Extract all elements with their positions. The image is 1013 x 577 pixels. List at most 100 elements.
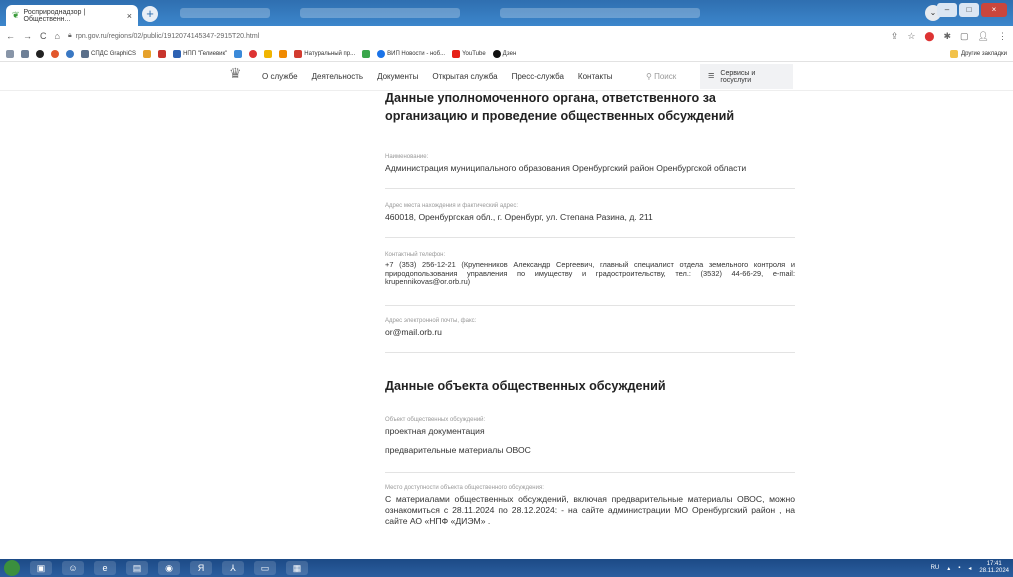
clock-time: 17:41 [986,561,1002,567]
forward-icon[interactable]: → [23,31,32,41]
extensions-puzzle-icon[interactable]: ✱ [944,31,952,42]
bookmark-item[interactable]: YouTube [452,49,486,58]
chrome-icon[interactable]: ◉ [158,561,180,575]
youtube-icon [452,49,461,58]
field-value: 460018, Оренбургская обл., г. Оренбург, … [385,212,653,222]
nav-documents[interactable]: Документы [377,72,418,81]
field-value: проектная документация [385,425,485,436]
taskbar-app-icon[interactable]: ▦ [286,561,308,575]
clock[interactable]: 17:41 28.11.2024 [979,561,1009,575]
dzen-icon [492,49,501,58]
bookmark-item[interactable]: НПП "Гелиевик" [173,49,227,58]
nav-open-service[interactable]: Открытая служба [432,72,497,81]
maximize-button[interactable]: □ [959,3,979,17]
home-icon[interactable]: ⌂ [55,31,60,41]
folder-icon [950,49,959,58]
browser-tab[interactable]: ❦ Росприроднадзор | Общественн... × [6,5,138,26]
start-button[interactable] [4,560,20,576]
bookmark-label: СПДС GraphiCS [91,50,137,57]
bookmark-icon[interactable] [279,49,288,58]
bookmark-label: ВИП Новости - ноб... [387,50,446,57]
section-title-object: Данные объекта общественных обсуждений [385,378,666,393]
bookmark-item[interactable]: ВИП Новости - ноб... [377,49,446,58]
bookmark-item[interactable]: Дзен [492,49,517,58]
bookmark-icon[interactable] [158,49,167,58]
bookmark-icon[interactable] [21,49,29,58]
window-controls: – □ × [937,3,1007,17]
tab-title: Росприроднадзор | Общественн... [23,8,86,23]
nav-press[interactable]: Пресс-служба [512,72,564,81]
bookmark-icon[interactable] [362,49,371,58]
services-button[interactable]: ≡ Сервисы и госуслуги [700,64,793,89]
back-icon[interactable]: ← [6,31,15,41]
divider [385,471,795,473]
field-label: Адрес электронной почты, факс: [385,317,477,324]
menu-icon: ≡ [708,70,715,82]
minimize-button[interactable]: – [937,3,957,17]
tab-close-icon[interactable]: × [127,11,132,21]
account-icon[interactable]: 👤︎ [978,31,989,42]
bookmark-icon[interactable] [36,49,44,58]
field-label: Объект общественных обсуждений: [385,416,486,423]
nav-about[interactable]: О службе [262,72,298,81]
extension-icon[interactable]: ⬤ [924,31,934,42]
field-email: Адрес электронной почты, факс: or@mail.o… [385,318,795,338]
share-icon[interactable]: ⇪ [891,31,899,42]
field-place: Место доступности объекта общественного … [385,485,795,527]
address-bar-row: ← → C ⌂ 🔒︎ rpn.gov.ru/regions/02/public/… [0,26,1013,46]
other-bookmarks[interactable]: Другие закладки [950,49,1007,58]
pdf-icon[interactable]: ⅄ [222,561,244,575]
tab-strip-decor [300,8,460,18]
email-link[interactable]: or@mail.orb.ru [385,327,795,338]
folder-icon[interactable]: ▭ [254,561,276,575]
bookmark-icon[interactable] [143,49,152,58]
bookmark-icon[interactable] [51,49,59,58]
ie-icon[interactable]: e [94,561,116,575]
new-tab-button[interactable]: + [142,6,158,22]
tab-strip-decor [180,8,270,18]
taskbar-app-icon[interactable]: ▣ [30,561,52,575]
divider [385,351,795,353]
address-bar-actions: ⇪ ☆ ⬤ ✱ ▢ 👤︎ ⋮ [891,31,1007,42]
divider [385,237,795,238]
bookmark-icon[interactable] [249,49,258,58]
nav-activity[interactable]: Деятельность [312,72,364,81]
clock-date: 28.11.2024 [979,568,1009,574]
bookmark-icon[interactable] [66,49,74,58]
other-bookmarks-label: Другие закладки [961,50,1007,57]
bookmark-star-icon[interactable]: ☆ [907,31,915,42]
bookmark-label: YouTube [462,50,486,57]
nav-contacts[interactable]: Контакты [578,72,613,81]
field-object: Объект общественных обсуждений: проектна… [385,417,795,456]
taskbar-app-icon[interactable]: ☺ [62,561,84,575]
field-name: Наименование: Администрация муниципально… [385,154,795,174]
window-close-button[interactable]: × [981,3,1007,17]
field-address: Адрес места нахождения и фактический адр… [385,203,795,223]
main-content: Данные уполномоченного органа, ответстве… [385,89,795,527]
bookmark-icon[interactable] [264,49,273,58]
bookmark-item[interactable]: Натуральный пр... [294,49,355,58]
url-field[interactable]: 🔒︎ rpn.gov.ru/regions/02/public/19120741… [68,32,259,40]
bookmark-icon[interactable] [234,49,243,58]
language-indicator[interactable]: RU [931,565,940,571]
sidebar-icon[interactable]: ▢ [960,31,969,42]
bookmark-item[interactable]: СПДС GraphiCS [81,49,137,58]
reload-icon[interactable]: C [40,31,47,41]
menu-kebab-icon[interactable]: ⋮ [998,31,1007,42]
services-label: Сервисы и госуслуги [720,69,756,84]
tray-arrow-icon[interactable]: ▴ [947,565,950,572]
search-button[interactable]: ⚲ Поиск [646,72,676,81]
apps-icon[interactable] [6,49,14,58]
bookmark-label: Дзен [502,50,517,57]
volume-icon[interactable]: ◂ [968,565,971,572]
yandex-icon[interactable]: Я [190,561,212,575]
field-label: Место доступности объекта общественного … [385,484,544,491]
lock-icon: 🔒︎ [67,32,72,39]
taskbar-app-icon[interactable]: ▤ [126,561,148,575]
emblem-logo-icon[interactable]: ♛ [229,65,242,82]
os-taskbar: ▣ ☺ e ▤ ◉ Я ⅄ ▭ ▦ RU ▴ ▪ ◂ 17:41 28.11.2… [0,559,1013,577]
field-label: Адрес места нахождения и фактический адр… [385,203,518,209]
network-icon[interactable]: ▪ [958,565,960,571]
search-label: Поиск [654,72,677,81]
bookmark-icon [294,49,303,58]
